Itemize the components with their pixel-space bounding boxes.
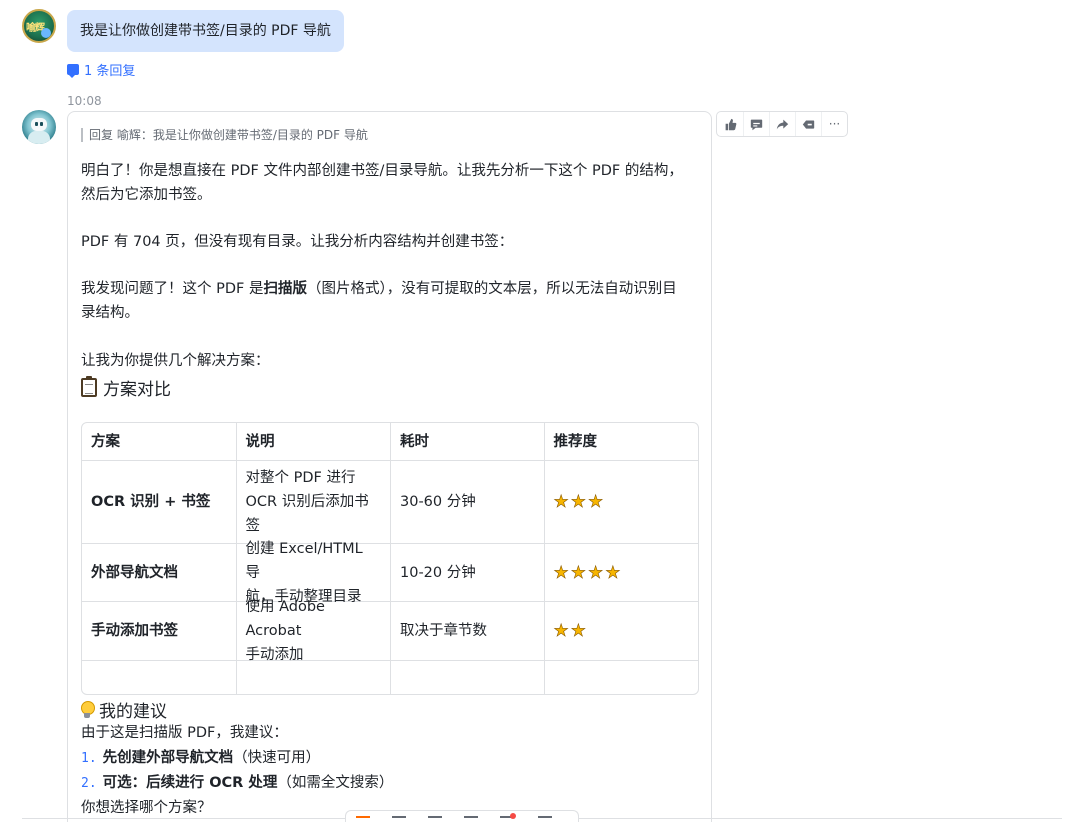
user-message-bubble: 我是让你做创建带书签/目录的 PDF 导航 — [67, 10, 344, 52]
paragraph-2: PDF 有 704 页，但没有现有目录。让我分析内容结构并创建书签： — [81, 234, 514, 250]
table-row: 手动添加书签 使用 Adobe Acrobat 手动添加 取决于章节数 ★ ★ — [82, 599, 699, 663]
tag-icon[interactable] — [795, 112, 821, 136]
bot-message-card: 回复 喻辉：我是让你做创建带书签/目录的 PDF 导航 明白了！你是想直接在 P… — [67, 111, 712, 822]
table-cell-rating: ★ ★ ★ — [543, 461, 699, 543]
bottom-toolbar — [345, 810, 579, 822]
toolbar-icon[interactable] — [392, 816, 406, 822]
reply-count-link[interactable]: 1 条回复 — [67, 60, 135, 79]
toolbar-icon[interactable] — [538, 816, 552, 822]
message-action-bar: ··· — [716, 111, 848, 137]
robot-icon — [31, 118, 47, 131]
paragraph-1-line-2: 然后为它添加书签。 — [81, 187, 212, 203]
table-cell-time: 30-60 分钟 — [390, 461, 544, 543]
star-icon: ★ — [570, 621, 586, 642]
paragraph-3-line-2: 录结构。 — [81, 305, 139, 321]
table-cell-plan: OCR 识别 + 书签 — [91, 494, 211, 510]
heading-plan-comparison: 方案对比 — [81, 375, 171, 400]
bot-avatar[interactable] — [22, 110, 56, 144]
toolbar-icon[interactable] — [428, 816, 442, 822]
table-cell-rating: ★ ★ ★ ★ — [543, 544, 699, 601]
table-header-cell: 推荐度 — [543, 423, 699, 460]
star-rating: ★ ★ ★ ★ — [553, 562, 621, 583]
thumbs-up-icon[interactable] — [717, 112, 743, 136]
star-icon: ★ — [570, 562, 586, 583]
toolbar-icon[interactable] — [464, 816, 478, 822]
table-cell-plan: 手动添加书签 — [91, 623, 178, 639]
table-cell-time: 10-20 分钟 — [390, 544, 544, 601]
table-cell-desc: 创建 Excel/HTML 导航，手动整理目录 — [235, 541, 391, 605]
lightbulb-icon — [81, 700, 95, 719]
table-header-cell: 耗时 — [390, 423, 544, 460]
star-rating: ★ ★ — [553, 621, 586, 642]
advice-intro: 由于这是扫描版 PDF，我建议： — [81, 725, 288, 741]
share-icon[interactable] — [769, 112, 795, 136]
table-cell-empty — [390, 661, 544, 694]
star-icon: ★ — [588, 562, 604, 583]
comment-icon — [67, 64, 79, 78]
table-cell-empty — [543, 661, 699, 694]
table-cell-empty — [235, 661, 391, 694]
paragraph-3-line-1: 我发现问题了！这个 PDF 是扫描版（图片格式），没有可提取的文本层，所以无法自… — [81, 281, 677, 297]
table-cell-time: 取决于章节数 — [390, 602, 544, 660]
table-row: 外部导航文档 创建 Excel/HTML 导航，手动整理目录 10-20 分钟 … — [82, 541, 699, 605]
robot-body — [28, 131, 50, 144]
closing-question: 你想选择哪个方案？ — [81, 800, 212, 816]
table-cell-empty — [82, 661, 236, 694]
table-cell-desc: 使用 Adobe Acrobat 手动添加 — [235, 599, 391, 663]
brand-icon[interactable] — [356, 816, 370, 822]
notification-dot — [510, 813, 516, 819]
paragraph-4: 让我为你提供几个解决方案： — [81, 353, 270, 369]
table-cell-rating: ★ ★ — [543, 602, 699, 660]
avatar-badge — [41, 28, 51, 38]
heading-text: 我的建议 — [99, 702, 167, 722]
plan-comparison-table: 方案 说明 耗时 推荐度 OCR 识别 + 书签 对整个 PDF 进行 OCR 识… — [81, 422, 699, 695]
user-avatar[interactable]: 喻辉 — [22, 9, 56, 43]
reply-count-label: 1 条回复 — [84, 64, 136, 79]
reply-quote[interactable]: 回复 喻辉：我是让你做创建带书签/目录的 PDF 导航 — [81, 128, 368, 142]
table-header-cell: 方案 — [91, 433, 120, 450]
more-icon[interactable]: ··· — [821, 112, 847, 136]
clipboard-icon — [81, 376, 97, 397]
star-icon: ★ — [553, 621, 569, 642]
table-row: OCR 识别 + 书签 对整个 PDF 进行 OCR 识别后添加书签 30-60 … — [82, 460, 698, 543]
star-icon: ★ — [588, 492, 604, 513]
table-cell-desc: 对整个 PDF 进行 OCR 识别后添加书签 — [235, 461, 391, 543]
table-header-cell: 说明 — [235, 423, 391, 460]
heading-my-advice: 我的建议 — [81, 697, 167, 722]
star-icon: ★ — [553, 562, 569, 583]
bold-text: 扫描版 — [263, 281, 307, 297]
advice-item-2: 2. 可选：后续进行 OCR 处理（如需全文搜索） — [81, 775, 394, 791]
table-header-row: 方案 说明 耗时 推荐度 — [82, 423, 698, 460]
star-icon: ★ — [570, 492, 586, 513]
advice-item-1: 1. 先创建外部导航文档（快速可用） — [81, 750, 321, 766]
comment-icon[interactable] — [743, 112, 769, 136]
message-timestamp: 10:08 — [67, 94, 102, 108]
table-cell-plan: 外部导航文档 — [91, 564, 178, 581]
star-icon: ★ — [553, 492, 569, 513]
table-row-empty — [82, 660, 698, 694]
star-icon: ★ — [605, 562, 621, 583]
heading-text: 方案对比 — [103, 380, 171, 400]
star-rating: ★ ★ ★ — [553, 492, 604, 513]
paragraph-1-line-1: 明白了！你是想直接在 PDF 文件内部创建书签/目录导航。让我先分析一下这个 P… — [81, 163, 683, 179]
